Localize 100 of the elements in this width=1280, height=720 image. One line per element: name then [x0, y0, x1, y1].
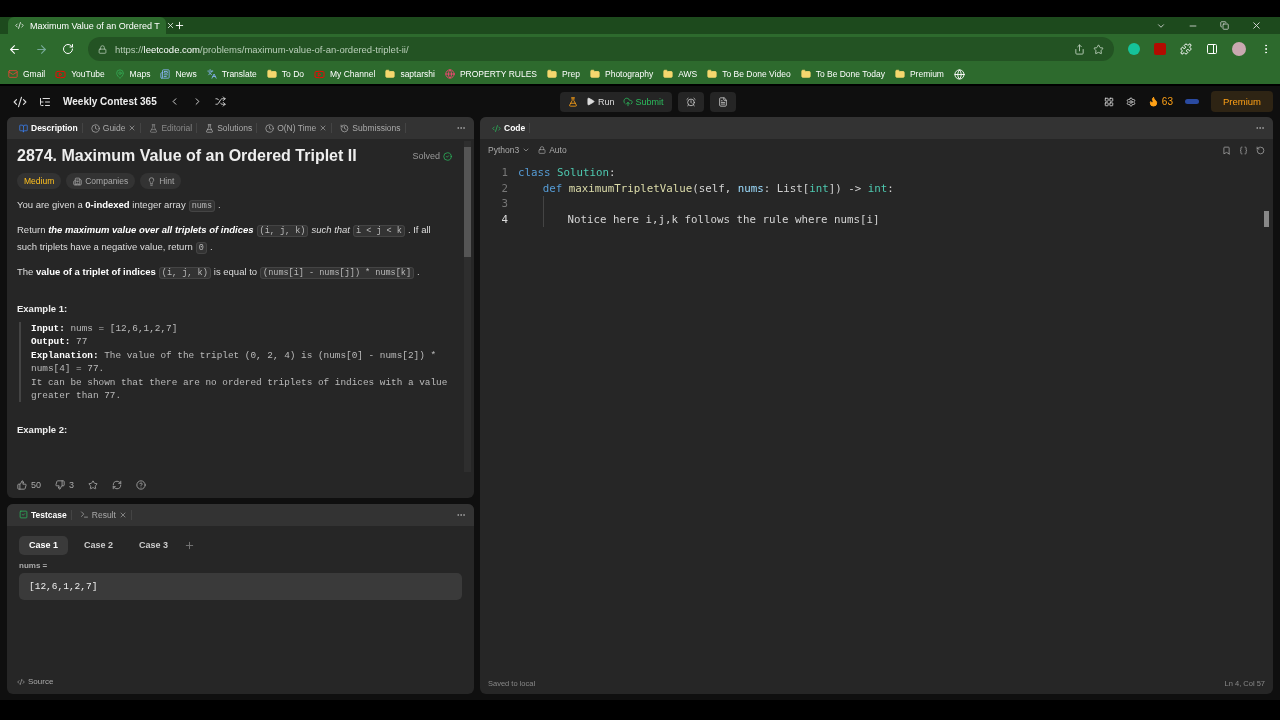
line-number: 2 [500, 181, 508, 195]
problem-tag[interactable]: Companies [66, 173, 136, 189]
close-icon[interactable] [319, 124, 328, 132]
reload-icon[interactable] [62, 43, 74, 55]
panel-tab[interactable]: Testcase [15, 509, 72, 520]
source-link[interactable]: Source [7, 669, 474, 694]
line-number: 3 [500, 197, 508, 211]
auto-mode[interactable]: Auto [538, 145, 567, 155]
refresh-icon[interactable] [112, 479, 123, 490]
side-panel-icon[interactable] [1206, 43, 1218, 55]
clock-icon [265, 123, 275, 133]
language-select[interactable]: Python3 [488, 145, 531, 155]
back-icon[interactable] [8, 42, 21, 56]
code-line: class Solution: [518, 166, 616, 180]
lightbulb-icon [147, 176, 157, 186]
avatar[interactable] [1232, 42, 1246, 56]
building-icon [73, 176, 83, 186]
contest-title[interactable]: Weekly Contest 365 [63, 96, 157, 107]
problem-paragraph: Return the maximum value over all triplets of indices (i, j, k) such that i < j < k . If all such triplets have a negative value, return 0 . [17, 223, 432, 256]
panel-tab[interactable]: Solutions [201, 123, 258, 133]
shuffle-icon[interactable] [214, 96, 226, 107]
folder-icon [707, 69, 718, 79]
debug-icon[interactable] [568, 96, 578, 107]
bookmark[interactable]: YouTube [55, 68, 105, 80]
new-tab-icon[interactable] [174, 20, 185, 31]
problem-paragraph: You are given a 0-indexed integer array nums . [17, 198, 222, 214]
layout-icon[interactable] [1103, 96, 1114, 107]
bookmark[interactable]: Photography [590, 69, 654, 79]
clock-icon [90, 123, 100, 133]
panel-tab[interactable]: Guide [86, 123, 142, 133]
logo-icon[interactable] [13, 94, 27, 109]
case-tab[interactable]: Case 1 [19, 535, 69, 555]
bookmark[interactable]: Prep [547, 69, 580, 79]
add-icon[interactable] [184, 539, 196, 551]
extension-icon[interactable] [1128, 43, 1140, 55]
reset-icon[interactable] [1256, 145, 1265, 155]
chevron-down-icon [522, 146, 531, 154]
panel-tab[interactable]: Description [15, 123, 83, 133]
code-line: Notice here i,j,k follows the rule where nums[i] [567, 212, 880, 226]
bookmark[interactable]: To Be Done Today [800, 69, 885, 79]
globe-icon[interactable] [953, 68, 965, 80]
example-line: Input: nums = [12,6,1,2,7] [31, 322, 179, 336]
bookmark[interactable]: Translate [206, 69, 257, 79]
panel-tab[interactable]: Result [75, 509, 132, 520]
like-button[interactable]: 50 [17, 479, 41, 490]
panel-tab[interactable]: Code [488, 123, 531, 133]
tab-title: Maximum Value of an Ordered T [30, 20, 160, 31]
puzzle-icon[interactable] [1180, 43, 1192, 55]
bookmark[interactable]: PROPERTY RULES [444, 69, 538, 79]
bookmark[interactable]: News [160, 69, 197, 79]
close-icon[interactable] [128, 124, 137, 132]
run-button[interactable]: Run [586, 96, 615, 107]
case-tab[interactable]: Case 2 [74, 535, 124, 555]
translate-icon [206, 69, 217, 79]
check-icon [443, 151, 452, 161]
list-icon[interactable] [39, 95, 51, 108]
format-icon[interactable] [1239, 145, 1248, 155]
panel-tab[interactable]: O(N) Time [261, 123, 333, 133]
timer-button[interactable] [677, 91, 704, 112]
alarm-icon [685, 96, 696, 107]
bookmark[interactable]: To Do [266, 69, 304, 79]
problem-title[interactable]: 2874. Maximum Value of an Ordered Triplet II [17, 147, 413, 165]
case-tab[interactable]: Case 3 [129, 535, 179, 555]
submit-button[interactable]: Submit [622, 96, 664, 107]
site-icon [444, 69, 455, 79]
share-icon[interactable] [1074, 43, 1085, 55]
settings-icon[interactable] [1125, 96, 1136, 107]
site-icon [15, 21, 24, 30]
bookmark[interactable]: saptarshi [385, 69, 435, 79]
panel-tab[interactable]: Submissions [336, 123, 406, 133]
close-icon[interactable] [118, 510, 127, 519]
star-icon[interactable] [1093, 43, 1104, 55]
bookmark[interactable]: Maps [114, 69, 151, 79]
bookmark[interactable]: Premium [894, 69, 944, 79]
forward-icon[interactable] [35, 42, 48, 56]
restore-icon[interactable] [1220, 21, 1229, 30]
bookmark[interactable]: AWS [663, 69, 698, 79]
problem-tag[interactable]: Medium [17, 173, 62, 189]
play-icon [55, 68, 67, 80]
solved-status: Solved [412, 151, 452, 161]
streak-counter[interactable]: 63 [1147, 96, 1173, 107]
address-bar[interactable]: https://leetcode.com/problems/maximum-value-of-an-ordered-triplet-ii/ [88, 37, 1114, 61]
premium-button[interactable]: Premium [1211, 91, 1273, 112]
flask-icon [205, 123, 215, 133]
close-icon[interactable] [1251, 20, 1262, 31]
help-icon[interactable] [136, 479, 147, 490]
input-field[interactable]: [12,6,1,2,7] [19, 572, 462, 600]
folder-icon [894, 69, 905, 79]
problem-tag[interactable]: Hint [140, 173, 182, 189]
bookmark[interactable]: My Channel [314, 68, 376, 80]
code-icon [492, 123, 501, 133]
notes-button[interactable] [709, 91, 736, 112]
example-line: Output: 77 [31, 335, 89, 349]
close-icon[interactable] [165, 21, 175, 30]
bookmark-icon[interactable] [1222, 145, 1231, 155]
news-icon [160, 69, 171, 79]
bookmark[interactable]: To Be Done Video [707, 69, 791, 79]
star-icon[interactable] [88, 479, 99, 490]
bookmark[interactable]: Gmail [8, 69, 46, 79]
dislike-button[interactable]: 3 [55, 479, 75, 490]
